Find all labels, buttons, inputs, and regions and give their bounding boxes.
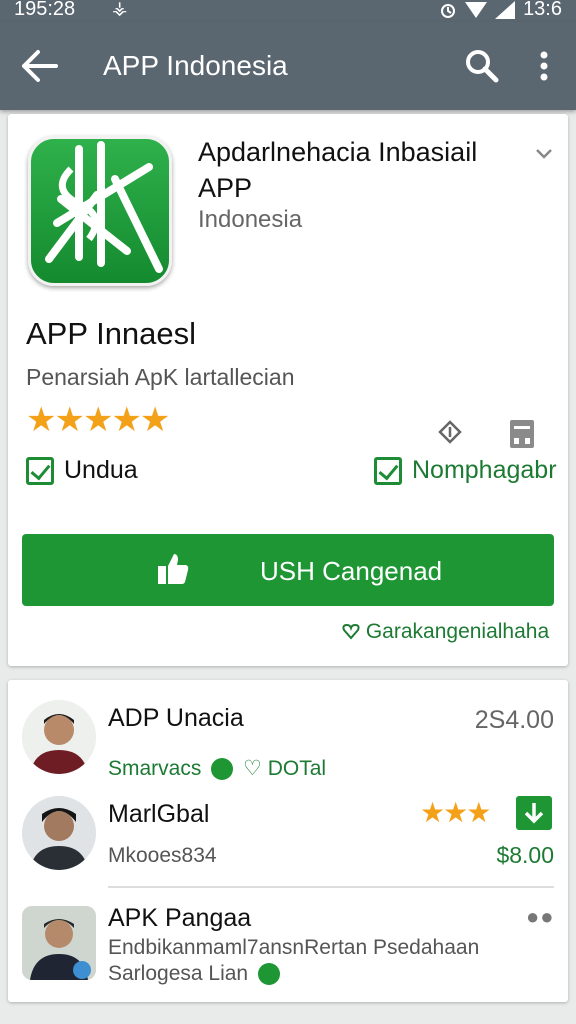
list-item-price: 2S4.00 xyxy=(474,706,554,734)
avatar xyxy=(22,700,96,774)
app-bar: APP Indonesia xyxy=(0,22,576,110)
app-details-card: Apdarlnehacia Inbasiail APP Indonesia AP… xyxy=(8,114,568,666)
list-item-name: MarlGbal xyxy=(108,800,210,828)
app-logo-icon xyxy=(28,136,172,286)
thumbs-up-icon xyxy=(158,554,189,584)
related-apps-card: ADP Unacia 2S4.00 Smarvacs ♡ DOTal MarlG… xyxy=(8,680,568,1002)
list-item-meta: Endbikanmaml7ansnRertan Psedahaan xyxy=(108,936,480,959)
status-bar: 195:28 ⚶ 13:6 xyxy=(0,0,576,22)
back-arrow-icon[interactable] xyxy=(20,48,60,84)
checkbox-right[interactable]: Nomphagabr xyxy=(374,456,557,485)
list-item-meta2-text: Sarlogesa Lian xyxy=(108,962,249,985)
add-button[interactable] xyxy=(516,796,552,830)
notification-icon: ⚶ xyxy=(112,0,128,18)
battery-time: 13:6 xyxy=(523,0,562,20)
alarm-icon xyxy=(441,3,456,18)
heart-icon: ♡ xyxy=(243,757,262,780)
checkbox-left-label: Undua xyxy=(64,456,138,484)
list-item-name: APK Pangaa xyxy=(108,904,252,932)
checkbox-checked-icon[interactable] xyxy=(26,456,54,485)
avatar xyxy=(22,796,96,870)
verified-badge-icon xyxy=(257,963,280,986)
divider xyxy=(108,886,554,888)
chevron-down-icon[interactable] xyxy=(534,144,554,164)
wifi-icon xyxy=(465,1,488,18)
app-subtitle: Penarsiah ApK lartallecian xyxy=(26,364,295,390)
more-options-icon[interactable] xyxy=(532,48,556,84)
status-time: 195:28 xyxy=(14,0,76,20)
checkbox-left[interactable]: Undua xyxy=(26,456,138,485)
more-options-icon[interactable]: ●● xyxy=(526,904,555,930)
list-item-meta: Mkooes834 xyxy=(108,844,217,867)
list-item[interactable]: APK Pangaa ●● Endbikanmaml7ansnRertan Ps… xyxy=(8,900,568,1000)
verified-badge-icon xyxy=(211,758,234,781)
checkbox-checked-icon[interactable] xyxy=(374,456,402,485)
rating-stars: ★★★★★ xyxy=(26,401,170,439)
checkbox-right-label: Nomphagabr xyxy=(412,456,557,484)
list-item-meta-text: Smarvacs xyxy=(108,757,202,780)
signal-icon xyxy=(495,0,516,19)
share-icon[interactable] xyxy=(438,420,462,446)
list-item[interactable]: MarlGbal ★★★ Mkooes834 $8.00 xyxy=(8,790,568,880)
list-item-price: $8.00 xyxy=(496,842,554,868)
list-item-meta: Smarvacs ♡ DOTal xyxy=(108,756,326,781)
avatar xyxy=(22,906,96,980)
install-button-label: USH Cangenad xyxy=(260,556,443,586)
list-item[interactable]: ADP Unacia 2S4.00 Smarvacs ♡ DOTal xyxy=(8,694,568,784)
developer-name[interactable]: Indonesia xyxy=(198,206,302,234)
install-button[interactable]: USH Cangenad xyxy=(22,534,554,606)
install-note: Garakangenialhaha xyxy=(342,620,549,644)
status-icons: 13:6 xyxy=(439,0,562,21)
bookmark-icon[interactable] xyxy=(508,418,536,450)
list-item-meta-secondary: Sarlogesa Lian xyxy=(108,962,284,986)
download-icon xyxy=(524,803,544,824)
install-note-text: Garakangenialhaha xyxy=(365,620,550,643)
search-icon[interactable] xyxy=(464,48,500,84)
rating-stars: ★★★ xyxy=(420,797,491,828)
app-name: APP Innaesl xyxy=(26,316,197,351)
list-item-name: ADP Unacia xyxy=(108,704,244,732)
app-title: Apdarlnehacia Inbasiail APP xyxy=(198,137,478,203)
app-bar-title: APP Indonesia xyxy=(103,50,288,81)
list-item-meta-extra: DOTal xyxy=(267,757,327,780)
heart-icon xyxy=(342,623,360,640)
